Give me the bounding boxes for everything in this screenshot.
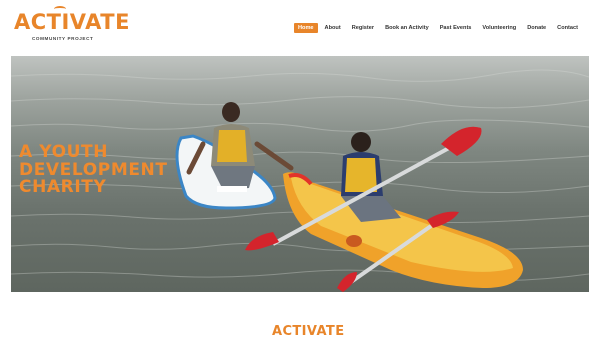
hero-title-line-3: CHARITY: [19, 177, 107, 197]
brand-logo-wordmark: ACTIVATE: [14, 10, 130, 34]
nav-item-contact[interactable]: Contact: [553, 23, 582, 33]
hero-title-line-1: A YOUTH: [19, 142, 109, 162]
nav-item-past-events[interactable]: Past Events: [436, 23, 476, 33]
nav-item-about[interactable]: About: [321, 23, 345, 33]
nav-item-donate[interactable]: Donate: [523, 23, 550, 33]
brand-logo[interactable]: ACTIVATE COMMUNITY PROJECT: [14, 6, 129, 46]
footer-logo[interactable]: ACTIVATE: [272, 324, 345, 338]
hero-banner: A YOUTH DEVELOPMENT CHARITY: [11, 56, 589, 292]
brand-logo-tagline: COMMUNITY PROJECT: [32, 36, 94, 41]
nav-item-volunteering[interactable]: Volunteering: [478, 23, 520, 33]
main-nav: Home About Register Book an Activity Pas…: [291, 23, 582, 33]
site-header: ACTIVATE COMMUNITY PROJECT Home About Re…: [0, 0, 600, 56]
nav-item-book-activity[interactable]: Book an Activity: [381, 23, 433, 33]
nav-item-register[interactable]: Register: [348, 23, 378, 33]
logo-swoosh-icon: [54, 6, 66, 12]
hero-title: A YOUTH DEVELOPMENT CHARITY: [19, 142, 168, 197]
nav-item-home[interactable]: Home: [293, 23, 318, 33]
